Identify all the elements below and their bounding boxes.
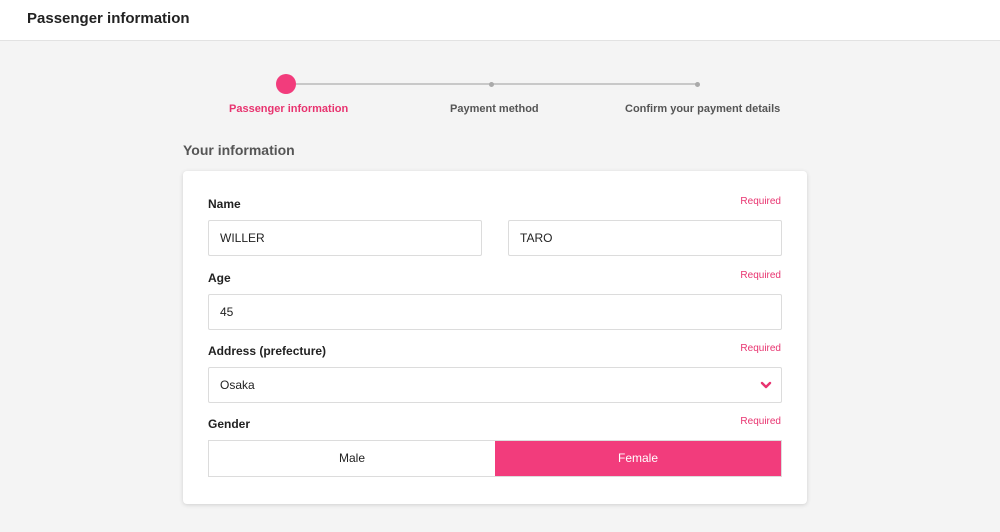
age-input[interactable]: 45 [208,294,782,330]
progress-stepper: Passenger information Payment method Con… [0,70,1000,130]
gender-required-badge: Required [740,416,781,427]
step-1-indicator [276,74,296,94]
top-bar: Passenger information [0,0,1000,41]
address-select[interactable]: Osaka [208,367,782,403]
age-required-badge: Required [740,270,781,281]
gender-male-option[interactable]: Male [209,441,495,476]
gender-label: Gender [208,417,251,431]
chevron-down-icon [760,381,772,389]
step-connector-1 [296,83,491,85]
step-1-label: Passenger information [229,103,349,115]
address-select-value: Osaka [220,378,255,392]
passenger-form-card: Name Required WILLER TARO Age Required 4… [183,171,807,504]
step-3-label: Confirm your payment details [625,103,781,115]
name-label: Name [208,197,241,211]
address-label: Address (prefecture) [208,344,327,358]
section-title: Your information [183,142,295,158]
step-3-indicator [695,82,700,87]
step-connector-2 [493,83,697,85]
last-name-input[interactable]: WILLER [208,220,482,256]
step-2-indicator [489,82,494,87]
address-required-badge: Required [740,343,781,354]
age-label: Age [208,271,231,285]
gender-toggle: Male Female [208,440,782,477]
first-name-input[interactable]: TARO [508,220,782,256]
page-title: Passenger information [27,10,190,27]
gender-female-option[interactable]: Female [495,441,781,476]
name-required-badge: Required [740,196,781,207]
step-2-label: Payment method [450,103,539,115]
